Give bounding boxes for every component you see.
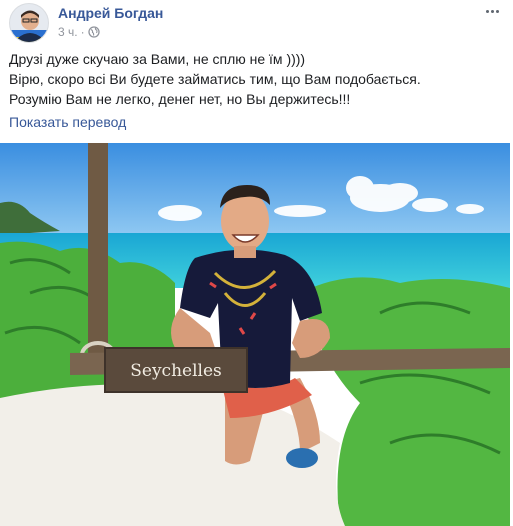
post-text-line: Вірю, скоро всі Ви будете займатись тим,… [9,71,421,87]
globe-icon[interactable] [87,26,100,38]
author-avatar[interactable] [9,3,49,43]
post-text-line: Друзі дуже скучаю за Вами, не сплю не їм… [9,51,306,67]
beach-photo: Seychelles [0,143,510,526]
post-text-line: Розумію Вам не легко, денег нет, но Вы д… [9,91,351,107]
sign-text: Seychelles [130,361,222,381]
post-text: Друзі дуже скучаю за Вами, не сплю не їм… [9,49,504,109]
post-meta: 3 ч. · [58,25,100,39]
post-header: Андрей Богдан 3 ч. · [9,3,504,43]
post-timestamp[interactable]: 3 ч. [58,25,78,39]
post-photo[interactable]: Seychelles [0,143,510,526]
more-options-icon[interactable] [482,3,502,19]
facebook-post: Андрей Богдан 3 ч. · Друзі дуже скучаю з… [0,0,513,526]
show-translation-link[interactable]: Показать перевод [9,114,126,130]
author-name[interactable]: Андрей Богдан [58,5,163,21]
avatar-image [10,4,48,42]
wooden-post [88,143,108,373]
meta-separator: · [80,25,85,39]
sandal [286,448,318,468]
